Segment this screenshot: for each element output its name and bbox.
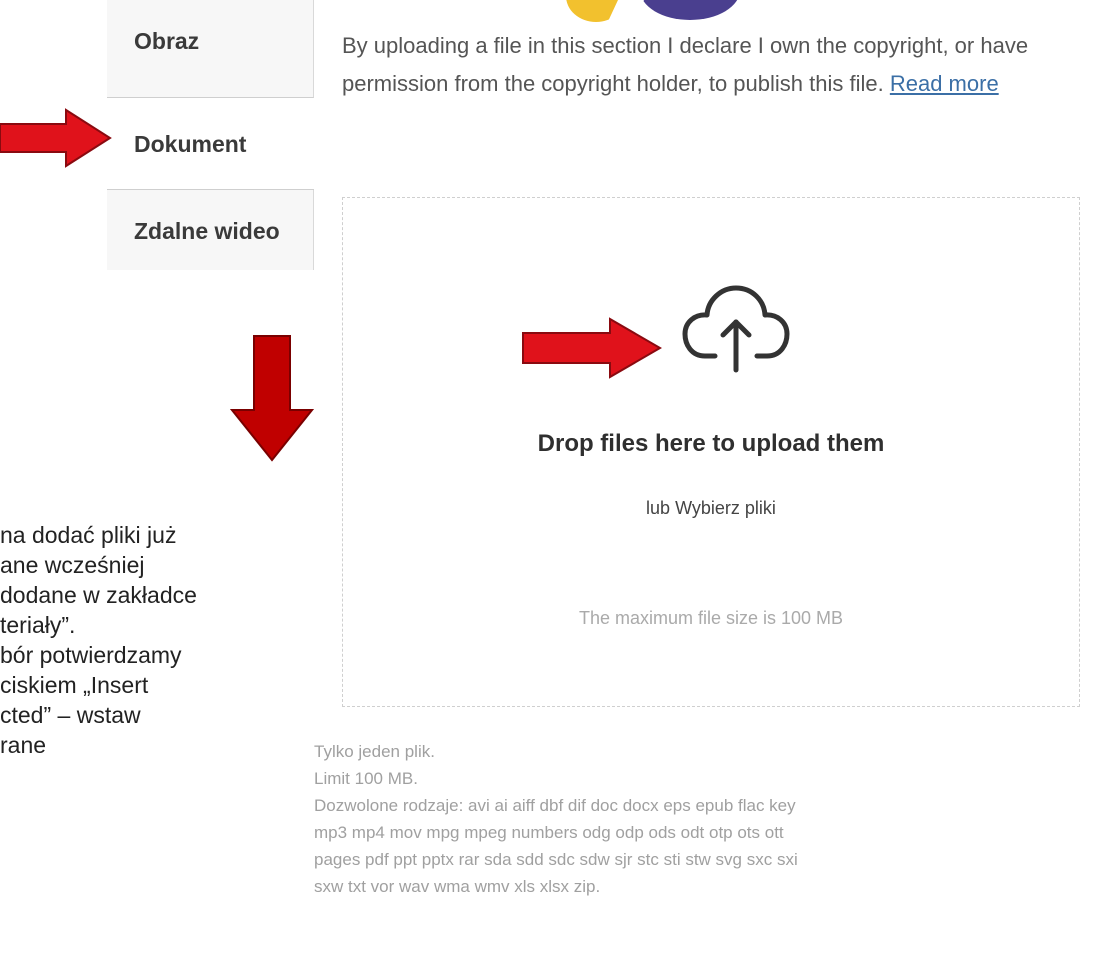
hint-allowed-types-2: mp3 mp4 mov mpg mpeg numbers odg odp ods… xyxy=(314,823,784,842)
instruction-caption: na dodać pliki już ane wcześniej dodane … xyxy=(0,520,330,760)
cloud-upload-icon xyxy=(682,285,790,373)
hint-size-limit: Limit 100 MB. xyxy=(314,769,418,788)
dropzone-title: Drop files here to upload them xyxy=(537,430,885,457)
caption-line: dodane w zakładce xyxy=(0,582,197,608)
hint-allowed-types-3: pages pdf ppt pptx rar sda sdd sdc sdw s… xyxy=(314,850,798,869)
caption-line: cted” – wstaw xyxy=(0,702,141,728)
upload-restrictions: Tylko jeden plik. Limit 100 MB. Dozwolon… xyxy=(314,738,1094,900)
logo-fragment xyxy=(548,0,774,22)
tab-obraz[interactable]: Obraz xyxy=(107,0,314,98)
caption-line: teriały”. xyxy=(0,612,76,638)
hint-allowed-types: Dozwolone rodzaje: avi ai aiff dbf dif d… xyxy=(314,796,796,815)
caption-line: rane xyxy=(0,732,47,758)
read-more-link[interactable]: Read more xyxy=(890,71,999,96)
arrow-down-icon xyxy=(230,335,314,462)
caption-line: ane wcześniej xyxy=(0,552,145,578)
hint-file-count: Tylko jeden plik. xyxy=(314,742,435,761)
caption-line: bór potwierdzamy xyxy=(0,642,182,668)
upload-copyright-notice: By uploading a file in this section I de… xyxy=(342,27,1082,103)
caption-line: ciskiem „Insert xyxy=(0,672,149,698)
tab-dokument[interactable]: Dokument xyxy=(107,98,314,190)
max-file-size: The maximum file size is 100 MB xyxy=(578,608,844,628)
arrow-right-icon xyxy=(0,108,112,168)
arrow-right-icon xyxy=(522,317,662,379)
caption-line: na dodać pliki już xyxy=(0,522,177,548)
choose-files-link[interactable]: lub Wybierz pliki xyxy=(342,498,1080,519)
hint-allowed-types-4: sxw txt vor wav wma wmv xls xlsx zip. xyxy=(314,877,601,896)
